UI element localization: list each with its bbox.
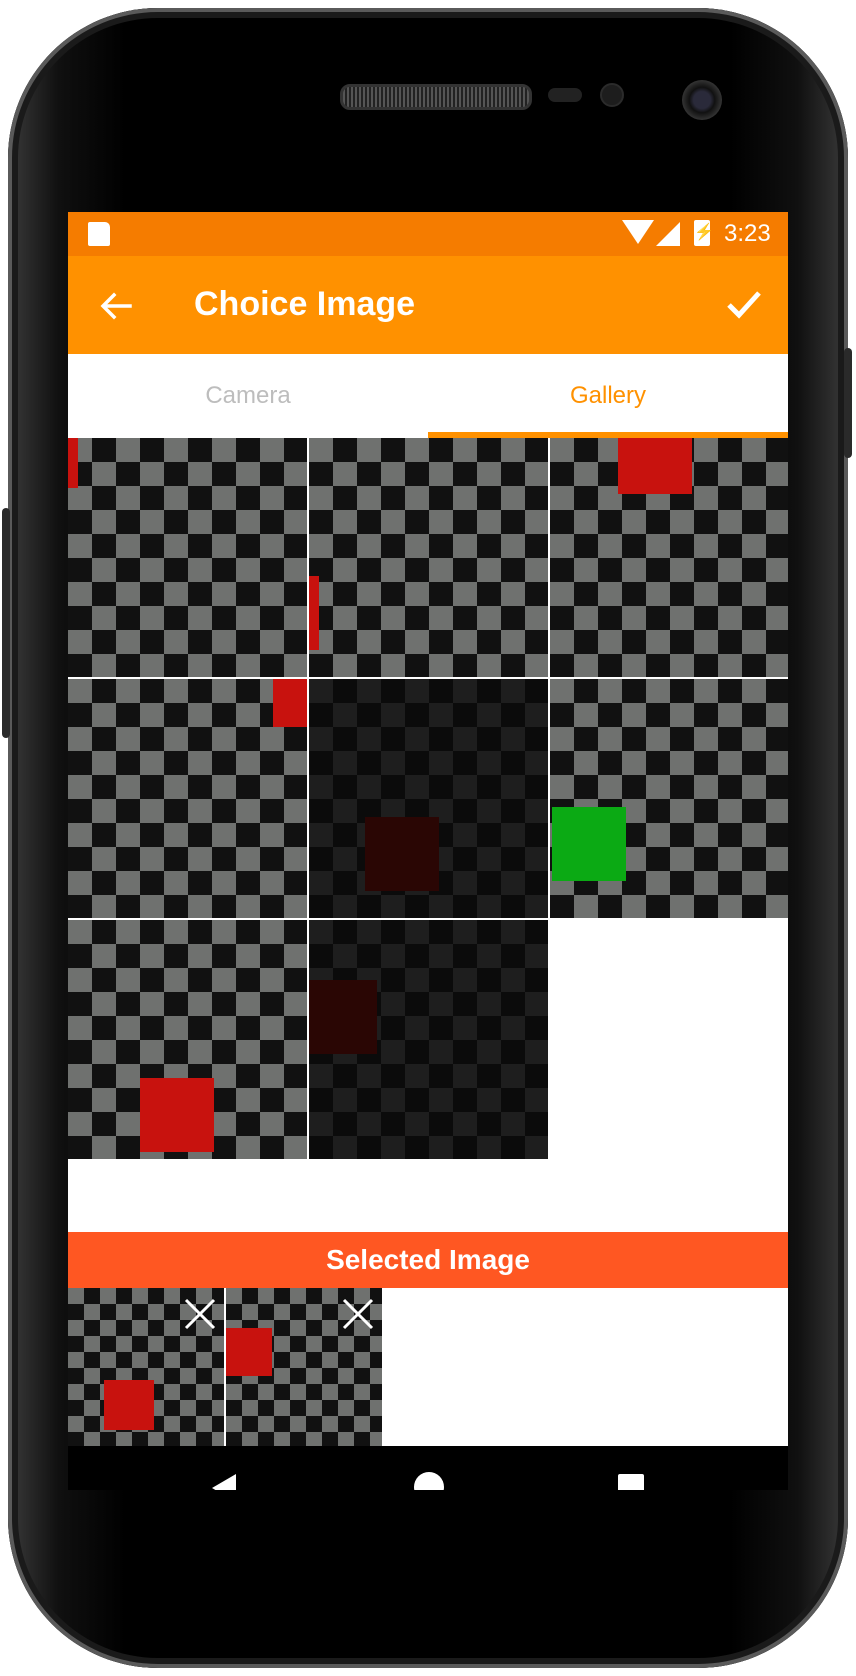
nav-recent-icon[interactable] [618,1474,644,1490]
gallery-image[interactable] [309,920,548,1159]
tab-camera[interactable]: Camera [68,354,428,438]
red-square [309,576,319,650]
red-square [140,1078,214,1152]
selected-thumbnail[interactable] [226,1288,382,1446]
nav-home-icon[interactable] [414,1472,444,1490]
close-icon[interactable] [182,1296,218,1332]
red-square [273,679,307,727]
screen: ⚡ 3:23 Choice Image Camera Gallery Selec… [68,212,788,1490]
close-icon[interactable] [340,1296,376,1332]
tab-bar: Camera Gallery [68,354,788,438]
gallery-image[interactable] [550,438,788,677]
red-square [68,438,78,488]
wifi-icon [622,220,654,244]
green-square [552,807,626,881]
gallery-grid [68,438,788,1194]
app-bar: Choice Image [68,256,788,354]
check-icon[interactable] [724,284,764,324]
gallery-image[interactable] [309,438,548,677]
cell-signal-icon [656,222,680,246]
navigation-bar [68,1446,788,1490]
status-bar: ⚡ 3:23 [68,212,788,256]
selected-image-header: Selected Image [68,1232,788,1288]
gallery-image[interactable] [68,679,307,918]
back-arrow-icon[interactable] [96,286,136,326]
red-square [226,1328,272,1376]
power-button [844,348,852,458]
red-square [104,1380,154,1430]
front-camera [682,80,722,120]
grid-spacer [68,1194,788,1232]
checker-pattern [309,438,548,677]
earpiece-speaker [340,84,532,110]
red-square [618,438,692,494]
tab-gallery[interactable]: Gallery [428,354,788,438]
status-time: 3:23 [724,220,771,247]
dark-red-square [365,817,439,891]
checker-pattern [550,679,788,918]
page-title: Choice Image [194,285,416,323]
gallery-image[interactable] [68,438,307,677]
volume-button [2,508,10,738]
sd-card-icon [88,222,110,246]
dark-red-square [309,980,377,1054]
selected-thumbnail[interactable] [68,1288,224,1446]
battery-charging-icon: ⚡ [694,220,714,246]
light-sensor [600,83,624,107]
checker-pattern [68,679,307,918]
gallery-image[interactable] [68,920,307,1159]
gallery-image[interactable] [309,679,548,918]
proximity-sensor [548,88,582,102]
gallery-image[interactable] [550,679,788,918]
selected-image-strip [68,1288,788,1446]
nav-back-icon[interactable] [212,1474,236,1490]
checker-pattern [68,438,307,677]
